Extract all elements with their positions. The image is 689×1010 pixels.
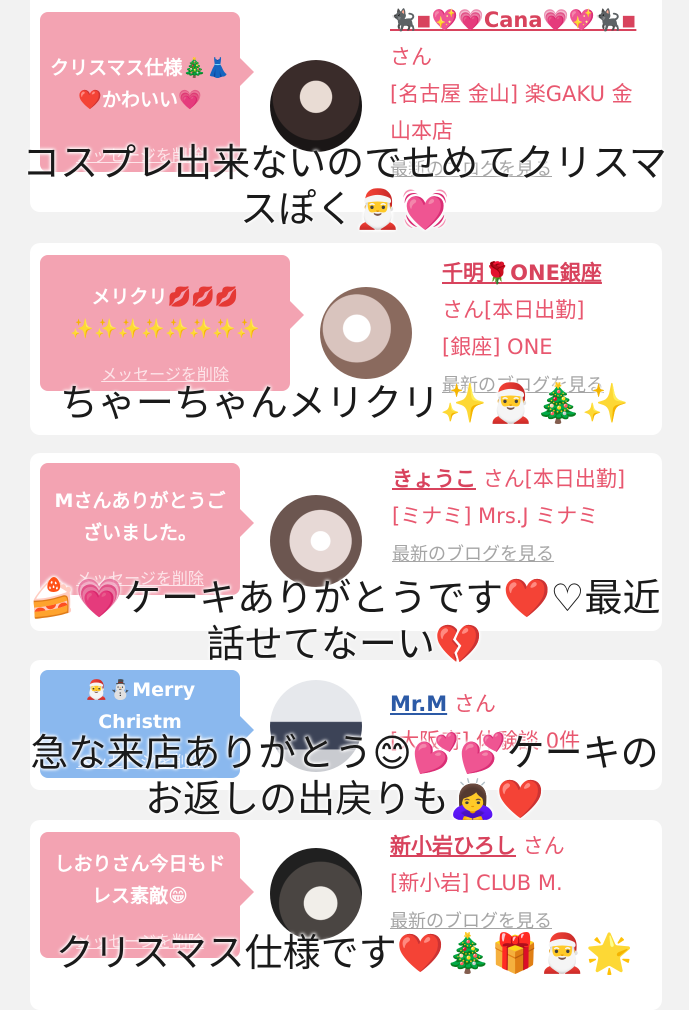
honorific: さん (390, 45, 432, 69)
avatar[interactable] (320, 287, 412, 379)
message-text: Mさんありがとうございました。 (54, 490, 226, 544)
overlay-caption: クリスマス仕様です❤️🎄🎁🎅🌟 (55, 931, 634, 975)
message-bubble: メリクリ💋💋💋✨✨✨✨✨✨✨✨ メッセージを削除 (40, 255, 304, 391)
user-name-link[interactable]: 新小岩ひろし (390, 834, 516, 858)
honorific: さん (453, 692, 496, 716)
user-name-link[interactable]: 千明🌹ONE銀座 (442, 261, 602, 285)
avatar[interactable] (270, 848, 362, 940)
message-card: しおりさん今日もドレス素敵😁 メッセージを削除 新小岩ひろし さん [新小岩] … (30, 820, 662, 1010)
shop-info: [名古屋 金山] 楽GAKU 金山本店 (390, 82, 633, 143)
honorific: さん[本日出勤] (442, 298, 585, 322)
latest-blog-link[interactable]: 最新のブログを見る (390, 911, 552, 932)
avatar[interactable] (270, 60, 362, 152)
shop-info: [新小岩] CLUB M. (390, 871, 563, 895)
message-text: メリクリ💋💋💋✨✨✨✨✨✨✨✨ (70, 286, 260, 340)
avatar[interactable] (270, 495, 362, 587)
shop-info: [銀座] ONE (442, 335, 553, 359)
honorific: さん (522, 834, 565, 858)
message-text: クリスマス仕様🎄👗❤️かわいい💗 (50, 57, 230, 111)
latest-blog-link[interactable]: 最新のブログを見る (392, 544, 554, 565)
user-name-link[interactable]: Mr.M (390, 692, 447, 716)
overlay-caption: 急な来店ありがとう😊💕💕ケーキのお返しの出戻りも🙇‍♀️❤️ (30, 731, 659, 821)
overlay-caption: 🍰💗ケーキありがとうです❤️♡最近話せてなーい💔 (28, 576, 661, 666)
user-name-link[interactable]: きょうこ (392, 467, 476, 491)
user-name-link[interactable]: 🐈‍⬛◾💖💗Cana💗💖🐈‍⬛◾ (390, 8, 636, 32)
overlay-caption: ちゃーちゃんメリクリ✨🎅🎄✨ (59, 381, 630, 425)
honorific: さん[本日出勤] (482, 467, 626, 491)
shop-info: [ミナミ] Mrs.J ミナミ (392, 504, 599, 528)
overlay-caption: コスプレ出来ないのでせめてクリスマスぽく🎅💓 (22, 141, 667, 231)
message-text: しおりさん今日もドレス素敵😁 (54, 853, 226, 907)
message-text: 🎅⛄Merry Christm (84, 679, 196, 733)
